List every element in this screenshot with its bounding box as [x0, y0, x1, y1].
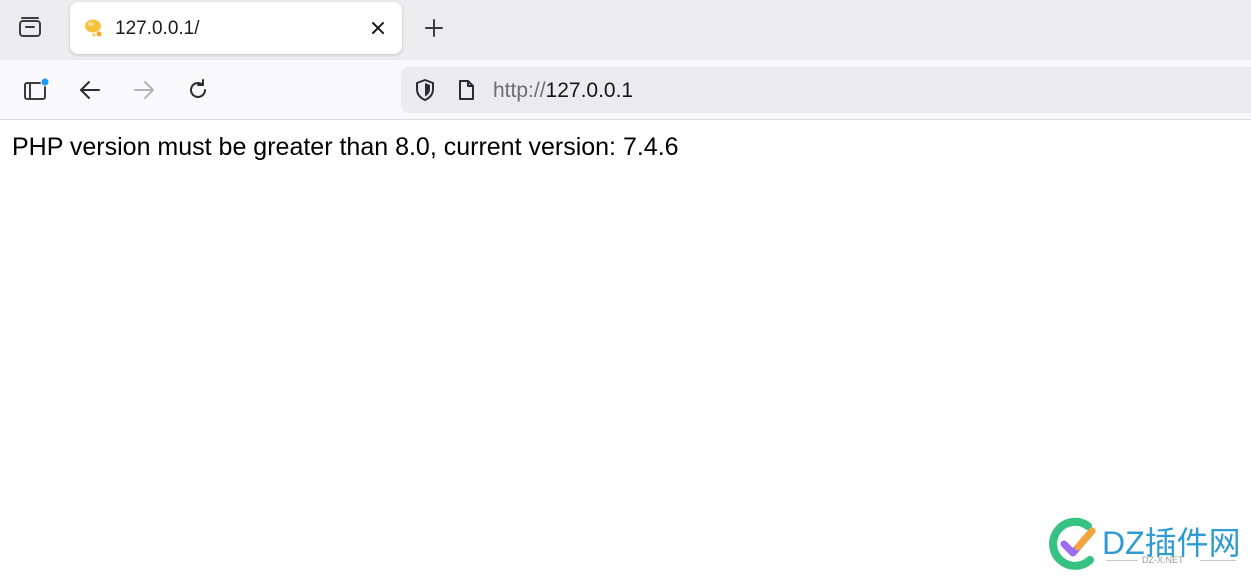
back-arrow-icon — [80, 81, 100, 99]
tracking-protection-button[interactable] — [411, 76, 439, 104]
navigation-toolbar: http://127.0.0.1 — [0, 60, 1251, 120]
watermark: DZ插件网 DZ-X.NET — [1048, 512, 1248, 576]
tab-strip: 127.0.0.1/ — [0, 0, 1251, 60]
url-host: 127.0.0.1 — [545, 79, 634, 102]
page-icon — [459, 80, 474, 100]
watermark-subtitle: DZ-X.NET — [1142, 555, 1184, 565]
active-tab[interactable]: 127.0.0.1/ — [70, 2, 402, 54]
sidebar-icon — [24, 77, 50, 100]
tab-title: 127.0.0.1/ — [115, 18, 200, 39]
bulb-favicon-icon — [85, 19, 102, 37]
watermark-divider — [1200, 560, 1236, 561]
error-message: PHP version must be greater than 8.0, cu… — [12, 133, 679, 161]
plus-icon — [425, 19, 443, 37]
shield-icon — [416, 79, 434, 101]
site-info-button[interactable] — [452, 76, 480, 104]
reload-button[interactable] — [178, 70, 218, 110]
url-scheme: http:// — [493, 79, 546, 102]
forward-button[interactable] — [124, 70, 164, 110]
tab-list-button[interactable] — [6, 8, 54, 48]
new-tab-button[interactable] — [414, 10, 454, 46]
sidebar-button[interactable] — [16, 70, 56, 110]
forward-arrow-icon — [134, 81, 154, 99]
close-icon — [372, 22, 384, 34]
watermark-divider — [1106, 560, 1138, 561]
address-bar[interactable]: http://127.0.0.1 — [401, 67, 1251, 113]
tab-list-icon — [19, 17, 41, 37]
url-text[interactable]: http://127.0.0.1 — [493, 79, 633, 103]
back-button[interactable] — [70, 70, 110, 110]
tab-close-button[interactable] — [364, 14, 392, 42]
reload-icon — [190, 79, 206, 98]
dz-logo-icon — [1049, 517, 1096, 570]
